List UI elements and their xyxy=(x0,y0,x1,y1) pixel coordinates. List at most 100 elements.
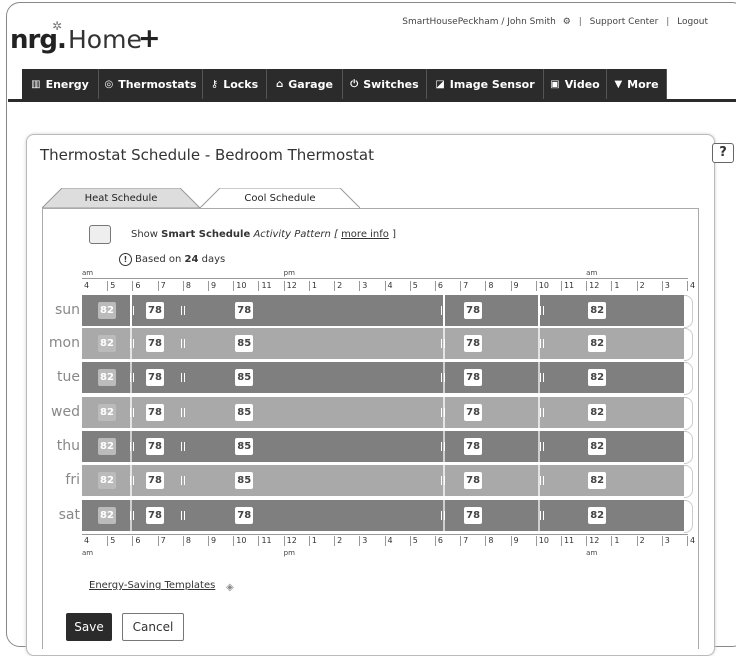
day-row-fri[interactable]: 82 78 85 78 82 xyxy=(82,465,693,498)
cancel-button[interactable]: Cancel xyxy=(122,613,184,641)
nav-tab-video[interactable]: ▣ Video xyxy=(544,69,607,99)
temp-setpoint[interactable]: 78 xyxy=(464,438,483,455)
temp-setpoint[interactable]: 78 xyxy=(464,369,483,386)
day-row-wed[interactable]: 82 78 85 78 82 xyxy=(82,397,693,430)
row-end-cap xyxy=(684,500,693,533)
day-row-sat[interactable]: 82 78 78 78 82 xyxy=(82,500,693,533)
temp-setpoint[interactable]: 82 xyxy=(98,302,116,319)
smart-schedule-checkbox[interactable] xyxy=(89,225,111,244)
temp-setpoint[interactable]: 82 xyxy=(588,335,607,352)
help-button[interactable]: ? xyxy=(712,143,734,163)
temp-setpoint[interactable]: 82 xyxy=(98,507,116,524)
temp-setpoint[interactable]: 82 xyxy=(98,335,116,352)
nav-tab-more[interactable]: ▼ More xyxy=(607,69,667,99)
temp-setpoint[interactable]: 85 xyxy=(235,335,254,352)
temp-setpoint[interactable]: 78 xyxy=(146,472,164,489)
temp-setpoint[interactable]: 78 xyxy=(146,335,164,352)
temp-setpoint[interactable]: 85 xyxy=(235,404,254,421)
temp-setpoint[interactable]: 78 xyxy=(464,335,483,352)
drag-handle[interactable] xyxy=(440,511,445,520)
temp-setpoint[interactable]: 78 xyxy=(464,302,483,319)
separator: | xyxy=(578,17,582,27)
more-info-link[interactable]: more info xyxy=(341,229,389,240)
tab-cool-schedule[interactable]: Cool Schedule xyxy=(200,188,360,209)
drag-handle[interactable] xyxy=(180,339,185,348)
day-row-sun[interactable]: 82 78 78 78 82 xyxy=(82,295,693,328)
nav-tab-locks[interactable]: ⚷ Locks xyxy=(203,69,267,99)
drag-handle[interactable] xyxy=(130,511,134,520)
separator: | xyxy=(666,17,670,27)
temp-setpoint[interactable]: 82 xyxy=(98,472,116,489)
drag-handle[interactable] xyxy=(440,373,445,382)
drag-handle[interactable] xyxy=(130,373,134,382)
drag-handle[interactable] xyxy=(539,511,544,520)
drag-handle[interactable] xyxy=(539,442,544,451)
temp-setpoint[interactable]: 78 xyxy=(235,507,254,524)
save-button[interactable]: Save xyxy=(66,613,112,641)
drag-handle[interactable] xyxy=(440,442,445,451)
temp-setpoint[interactable]: 82 xyxy=(98,369,116,386)
drag-handle[interactable] xyxy=(130,339,134,348)
temp-setpoint[interactable]: 78 xyxy=(146,369,164,386)
nav-tab-garage[interactable]: ⌂ Garage xyxy=(267,69,343,99)
temp-setpoint[interactable]: 82 xyxy=(588,438,607,455)
drag-handle[interactable] xyxy=(440,408,445,417)
day-row-mon[interactable]: 82 78 85 78 82 xyxy=(82,328,693,361)
drag-handle[interactable] xyxy=(440,339,445,348)
temp-setpoint[interactable]: 78 xyxy=(146,507,164,524)
hour-tick: 6 xyxy=(434,536,443,546)
temp-setpoint[interactable]: 78 xyxy=(146,302,164,319)
drag-handle[interactable] xyxy=(130,442,134,451)
hour-tick: 10 xyxy=(535,281,549,291)
logout-link[interactable]: Logout xyxy=(677,17,708,27)
day-label-sat: sat xyxy=(58,507,80,523)
temp-setpoint[interactable]: 78 xyxy=(464,404,483,421)
drag-handle[interactable] xyxy=(440,476,445,485)
energy-saving-templates-link[interactable]: Energy-Saving Templates xyxy=(89,580,215,591)
tab-heat-schedule[interactable]: Heat Schedule xyxy=(42,188,200,209)
hour-tick: 6 xyxy=(434,281,443,291)
drag-handle[interactable] xyxy=(130,476,134,485)
drag-handle[interactable] xyxy=(180,476,185,485)
day-row-tue[interactable]: 82 78 85 78 82 xyxy=(82,362,693,395)
drag-handle[interactable] xyxy=(539,476,544,485)
drag-handle[interactable] xyxy=(539,408,544,417)
drag-handle[interactable] xyxy=(539,339,544,348)
drag-handle[interactable] xyxy=(130,408,134,417)
key-icon: ⚷ xyxy=(210,78,219,90)
nav-tab-thermostats[interactable]: ◎ Thermostats xyxy=(99,69,203,99)
temp-setpoint[interactable]: 82 xyxy=(98,404,116,421)
drag-handle[interactable] xyxy=(539,373,544,382)
drag-handle[interactable] xyxy=(440,306,445,315)
temp-setpoint[interactable]: 82 xyxy=(588,302,607,319)
temp-setpoint[interactable]: 85 xyxy=(235,472,254,489)
nav-tab-image-sensor[interactable]: ◪ Image Sensor xyxy=(427,69,544,99)
temp-setpoint[interactable]: 78 xyxy=(235,302,254,319)
account-link[interactable]: SmartHousePeckham / John Smith xyxy=(402,17,556,27)
temp-setpoint[interactable]: 82 xyxy=(588,507,607,524)
drag-handle[interactable] xyxy=(180,442,185,451)
temp-setpoint[interactable]: 85 xyxy=(235,438,254,455)
settings-icon[interactable]: ⚙ xyxy=(563,17,571,27)
drag-handle[interactable] xyxy=(180,306,185,315)
temp-setpoint[interactable]: 78 xyxy=(146,404,164,421)
temp-setpoint[interactable]: 82 xyxy=(588,404,607,421)
temp-setpoint[interactable]: 82 xyxy=(588,472,607,489)
temp-setpoint[interactable]: 78 xyxy=(464,507,483,524)
temp-setpoint[interactable]: 78 xyxy=(146,438,164,455)
top-nav: SmartHousePeckham / John Smith ⚙ | Suppo… xyxy=(402,17,708,27)
drag-handle[interactable] xyxy=(539,306,544,315)
drag-handle[interactable] xyxy=(180,511,185,520)
temp-setpoint[interactable]: 78 xyxy=(464,472,483,489)
temp-setpoint[interactable]: 82 xyxy=(588,369,607,386)
nav-tab-switches[interactable]: ⏻ Switches xyxy=(343,69,427,99)
drag-handle[interactable] xyxy=(130,306,134,315)
drag-handle[interactable] xyxy=(180,373,185,382)
drag-handle[interactable] xyxy=(180,408,185,417)
nav-tab-energy[interactable]: ▥ Energy xyxy=(22,69,99,99)
support-center-link[interactable]: Support Center xyxy=(590,17,659,27)
temp-setpoint[interactable]: 85 xyxy=(235,369,254,386)
am-label: am xyxy=(82,549,94,557)
temp-setpoint[interactable]: 82 xyxy=(98,438,116,455)
day-row-thu[interactable]: 82 78 85 78 82 xyxy=(82,431,693,464)
